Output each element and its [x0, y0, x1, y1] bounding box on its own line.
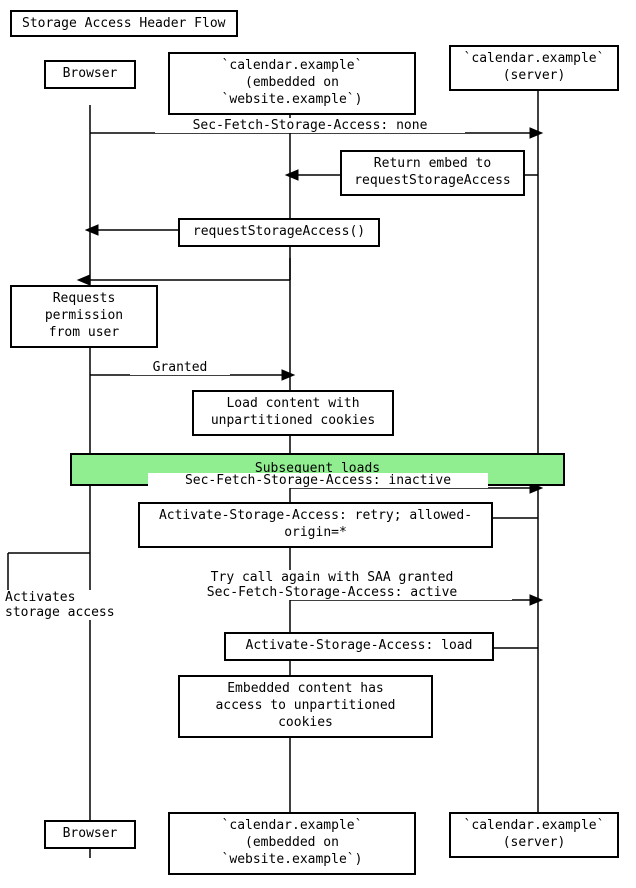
embed-bot-box: `calendar.example`(embedded on `website.…	[168, 812, 416, 875]
requests-permission-box: Requests permissionfrom user	[10, 285, 158, 348]
activates-storage-label: Activates storage access	[5, 590, 135, 620]
sec-fetch-none-label: Sec-Fetch-Storage-Access: none	[155, 118, 465, 133]
title-box: Storage Access Header Flow	[10, 10, 238, 37]
granted-label: Granted	[130, 360, 230, 375]
embed-top-box: `calendar.example`(embedded on `website.…	[168, 52, 416, 115]
browser-bot-box: Browser	[44, 820, 136, 849]
activate-retry-box: Activate-Storage-Access: retry; allowed-…	[138, 502, 493, 548]
server-bot-box: `calendar.example`(server)	[449, 812, 619, 858]
diagram-container: Storage Access Header Flow Browser `cale…	[0, 0, 636, 888]
sec-fetch-inactive-label: Sec-Fetch-Storage-Access: inactive	[148, 473, 488, 488]
browser-top-box: Browser	[44, 60, 136, 89]
request-storage-box: requestStorageAccess()	[178, 218, 380, 247]
load-content-box: Load content withunpartitioned cookies	[192, 390, 394, 436]
title-text: Storage Access Header Flow	[22, 16, 226, 31]
try-call-again-label: Try call again with SAA grantedSec-Fetch…	[152, 570, 512, 600]
embedded-content-box: Embedded content hasaccess to unpartitio…	[178, 675, 433, 738]
server-top-box: `calendar.example`(server)	[449, 45, 619, 91]
activate-load-box: Activate-Storage-Access: load	[224, 632, 494, 661]
arrows-svg	[0, 0, 636, 888]
return-embed-box: Return embed torequestStorageAccess	[340, 150, 525, 196]
